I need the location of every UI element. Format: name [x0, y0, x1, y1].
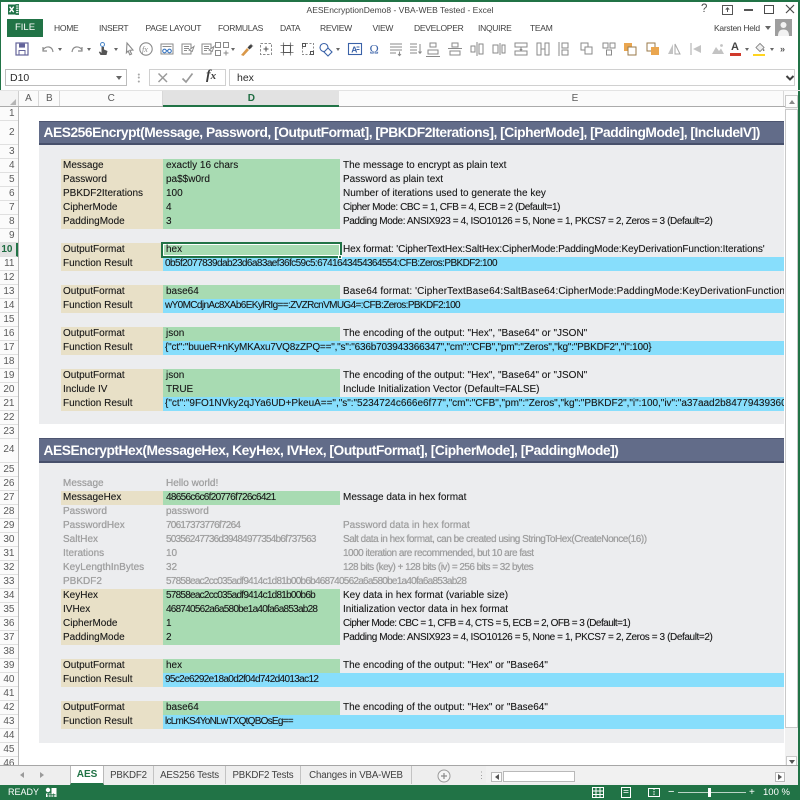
svg-text:A: A: [351, 45, 357, 55]
svg-text:fx: fx: [142, 45, 148, 54]
svg-text:Ω: Ω: [370, 43, 379, 57]
